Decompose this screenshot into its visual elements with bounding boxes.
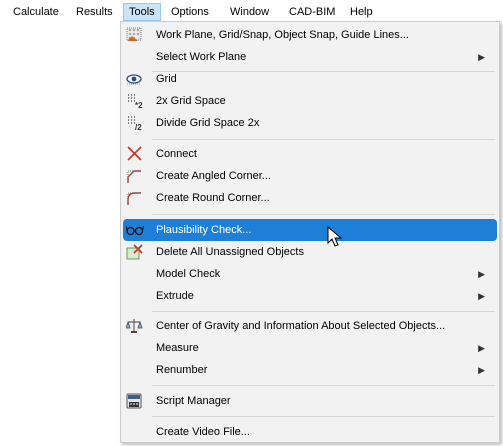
menu-separator	[152, 214, 495, 215]
center-of-gravity-icon	[125, 318, 144, 334]
grid-eye-icon	[126, 71, 144, 87]
menu-item-label: Plausibility Check...	[156, 224, 252, 236]
menu-item-angled-corner[interactable]: Create Angled Corner...	[123, 165, 497, 187]
menu-item-label: Select Work Plane	[156, 51, 247, 63]
submenu-arrow-icon: ▶	[478, 291, 485, 301]
tools-dropdown-menu: Work Plane, Grid/Snap, Object Snap, Guid…	[120, 21, 500, 443]
grid-double-icon: *2	[126, 93, 144, 110]
menu-calculate[interactable]: Calculate	[8, 3, 64, 21]
submenu-arrow-icon: ▶	[478, 269, 485, 279]
submenu-arrow-icon: ▶	[478, 343, 485, 353]
glasses-icon	[125, 222, 145, 238]
menu-separator	[152, 416, 495, 417]
menu-separator	[152, 311, 495, 312]
menu-item-measure[interactable]: Measure ▶	[123, 337, 497, 359]
mouse-cursor-icon	[327, 226, 343, 247]
menu-item-label: Model Check	[156, 268, 221, 280]
menu-item-center-of-gravity[interactable]: Center of Gravity and Information About …	[123, 315, 497, 337]
connect-icon	[126, 146, 144, 162]
menu-item-work-plane[interactable]: Work Plane, Grid/Snap, Object Snap, Guid…	[123, 24, 497, 46]
menu-cad-bim[interactable]: CAD-BIM	[284, 3, 340, 21]
work-plane-icon	[126, 27, 144, 43]
menu-item-extrude[interactable]: Extrude ▶	[123, 285, 497, 307]
menu-item-model-check[interactable]: Model Check ▶	[123, 263, 497, 285]
menu-item-plausibility-check[interactable]: Plausibility Check...	[123, 219, 497, 241]
menu-item-label: Renumber	[156, 364, 208, 376]
menu-item-label: Connect	[156, 148, 197, 160]
grid-divide-icon: /2	[126, 115, 144, 132]
menu-item-label: Create Angled Corner...	[156, 170, 271, 182]
menu-item-divide-grid-space[interactable]: /2 Divide Grid Space 2x	[123, 112, 497, 134]
menu-item-label: Extrude	[156, 290, 194, 302]
svg-text:/2: /2	[135, 123, 142, 131]
angled-corner-icon	[126, 168, 144, 184]
menu-item-script-manager[interactable]: Script Manager	[123, 390, 497, 412]
menu-item-delete-unassigned[interactable]: Delete All Unassigned Objects	[123, 241, 497, 263]
menu-item-label: Center of Gravity and Information About …	[156, 320, 446, 332]
menu-tools[interactable]: Tools	[123, 3, 161, 21]
menu-item-2x-grid-space[interactable]: *2 2x Grid Space	[123, 90, 497, 112]
menu-item-round-corner[interactable]: Create Round Corner...	[123, 187, 497, 209]
svg-text:*2: *2	[135, 101, 143, 109]
menu-results[interactable]: Results	[71, 3, 118, 21]
menu-help[interactable]: Help	[345, 3, 378, 21]
delete-objects-icon	[126, 244, 144, 260]
menu-item-grid[interactable]: Grid	[123, 68, 497, 90]
submenu-arrow-icon: ▶	[478, 365, 485, 375]
menu-item-label: Create Round Corner...	[156, 192, 270, 204]
menu-separator	[152, 385, 495, 386]
menu-item-label: Delete All Unassigned Objects	[156, 246, 304, 258]
menu-item-renumber[interactable]: Renumber ▶	[123, 359, 497, 381]
menu-item-connect[interactable]: Connect	[123, 143, 497, 165]
menu-item-label: Work Plane, Grid/Snap, Object Snap, Guid…	[156, 29, 409, 41]
menu-item-create-video-file[interactable]: Create Video File...	[123, 421, 497, 443]
menu-item-label: 2x Grid Space	[156, 95, 226, 107]
script-manager-icon	[126, 393, 144, 409]
menu-item-select-work-plane[interactable]: Select Work Plane ▶	[123, 46, 497, 68]
menu-item-label: Grid	[156, 73, 177, 85]
menu-item-label: Create Video File...	[156, 426, 250, 438]
menu-options[interactable]: Options	[166, 3, 214, 21]
menu-window[interactable]: Window	[225, 3, 274, 21]
submenu-arrow-icon: ▶	[478, 52, 485, 62]
menu-separator	[152, 139, 495, 140]
menu-item-label: Measure	[156, 342, 199, 354]
menu-item-label: Divide Grid Space 2x	[156, 117, 260, 129]
menu-item-label: Script Manager	[156, 395, 231, 407]
round-corner-icon	[126, 190, 144, 206]
